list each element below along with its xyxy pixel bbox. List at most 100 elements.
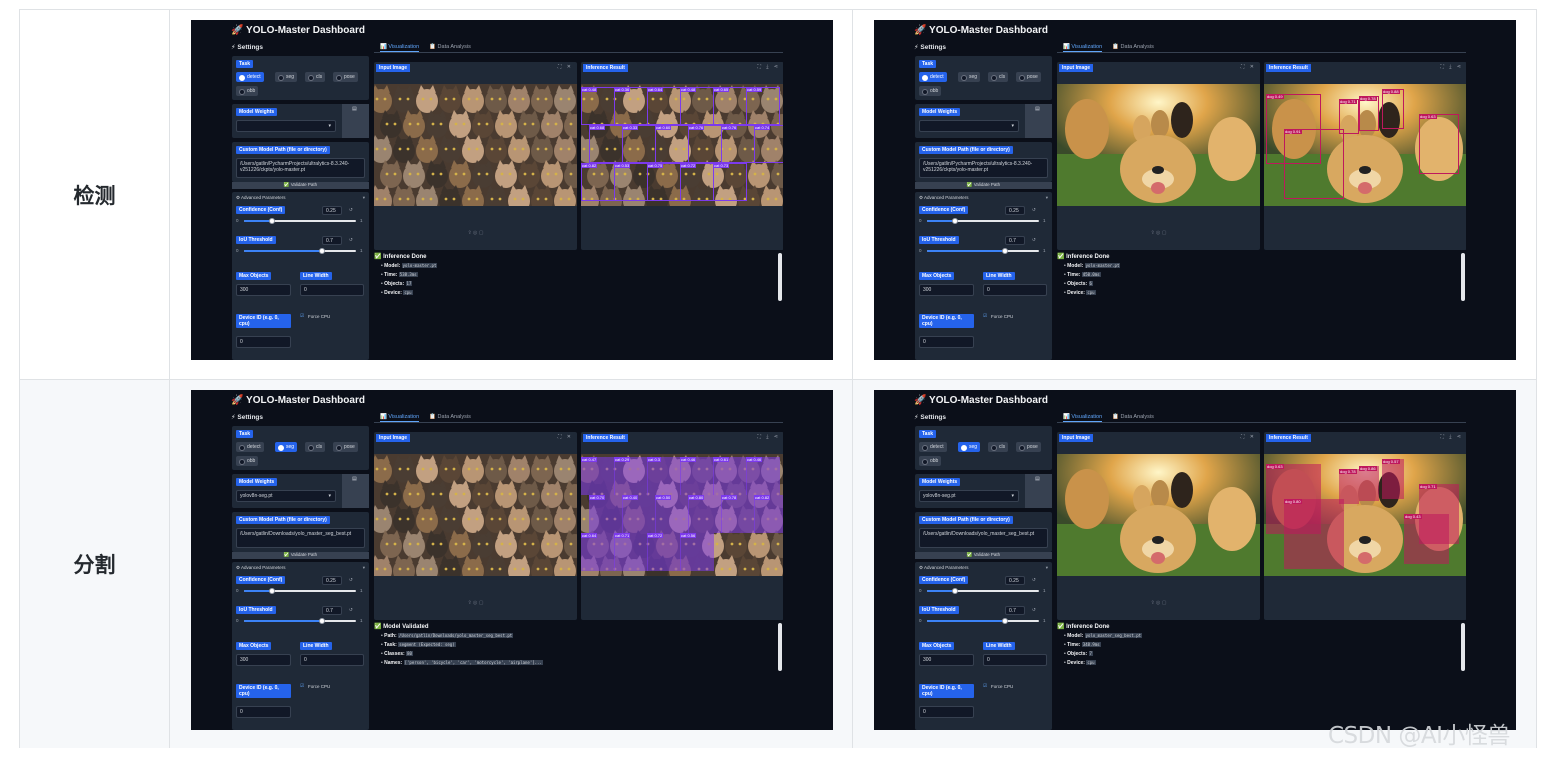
custom-path-input[interactable]: /Users/gatlin/PycharmProjects/ultralytic… — [236, 158, 365, 178]
scrollbar[interactable] — [778, 623, 782, 671]
task-option-cls[interactable]: cls — [305, 72, 326, 82]
max-objects-input[interactable]: 300 — [919, 654, 974, 666]
tab-visualization[interactable]: 📊 Visualization — [380, 42, 420, 52]
panel-controls[interactable]: ⛶ ⤓ ⋖ — [1440, 64, 1463, 70]
custom-path-input[interactable]: /Users/gatlin/PycharmProjects/ultralytic… — [919, 158, 1048, 178]
device-input[interactable]: 0 — [919, 706, 974, 718]
confidence-value-input[interactable]: 0.25 — [322, 576, 342, 585]
custom-path-input[interactable]: /Users/gatlin/Downloads/yolo_master_seg_… — [919, 528, 1048, 548]
task-option-detect[interactable]: detect — [919, 72, 947, 82]
line-width-input[interactable]: 0 — [300, 284, 364, 296]
iou-slider-handle[interactable] — [1002, 248, 1009, 254]
image-actions[interactable]: ⇪ ◎ ▢ — [1057, 230, 1260, 236]
task-option-pose[interactable]: pose — [333, 72, 358, 82]
iou-value-input[interactable]: 0.7 — [1005, 236, 1025, 245]
panel-controls[interactable]: ⛶ ✕ — [1241, 434, 1256, 440]
task-option-seg[interactable]: seg — [958, 442, 981, 452]
task-option-seg[interactable]: seg — [275, 442, 298, 452]
image-actions[interactable]: ⇪ ◎ ▢ — [1057, 600, 1260, 606]
reset-icon[interactable]: ↺ — [1032, 207, 1036, 213]
iou-slider-handle[interactable] — [319, 248, 326, 254]
tab-data-analysis[interactable]: 📋 Data Analysis — [1112, 412, 1154, 422]
task-option-pose[interactable]: pose — [1016, 72, 1041, 82]
reset-icon[interactable]: ↺ — [1032, 607, 1036, 613]
weights-select[interactable]: ▾ — [236, 120, 336, 132]
input-image[interactable] — [374, 84, 577, 206]
max-objects-input[interactable]: 300 — [919, 284, 974, 296]
task-option-cls[interactable]: cls — [988, 72, 1009, 82]
advanced-toggle[interactable]: ⚙ Advanced Parameters — [236, 565, 286, 571]
task-option-pose[interactable]: pose — [333, 442, 358, 452]
upload-weights-button[interactable]: ▤ — [342, 474, 369, 508]
scrollbar[interactable] — [1461, 623, 1465, 671]
task-option-seg[interactable]: seg — [275, 72, 298, 82]
task-option-detect[interactable]: detect — [919, 442, 947, 452]
tab-data-analysis[interactable]: 📋 Data Analysis — [429, 412, 471, 422]
upload-weights-button[interactable]: ▤ — [342, 104, 369, 138]
weights-select[interactable]: yolov8n-seg.pt ▾ — [919, 490, 1019, 502]
max-objects-input[interactable]: 300 — [236, 654, 291, 666]
device-input[interactable]: 0 — [236, 706, 291, 718]
confidence-slider-handle[interactable] — [952, 218, 958, 224]
reset-icon[interactable]: ↺ — [349, 577, 353, 583]
validate-path-button[interactable]: ✅ Validate Path — [915, 182, 1052, 189]
line-width-input[interactable]: 0 — [300, 654, 364, 666]
iou-value-input[interactable]: 0.7 — [322, 606, 342, 615]
panel-controls[interactable]: ⛶ ⤓ ⋖ — [757, 64, 780, 70]
panel-controls[interactable]: ⛶ ⤓ ⋖ — [757, 434, 780, 440]
image-actions[interactable]: ⇪ ◎ ▢ — [374, 230, 577, 236]
panel-controls[interactable]: ⛶ ✕ — [558, 434, 573, 440]
validate-path-button[interactable]: ✅ Validate Path — [232, 182, 369, 189]
line-width-input[interactable]: 0 — [983, 284, 1047, 296]
scrollbar[interactable] — [778, 253, 782, 301]
max-objects-input[interactable]: 300 — [236, 284, 291, 296]
task-option-obb[interactable]: obb — [236, 456, 259, 466]
reset-icon[interactable]: ↺ — [349, 237, 353, 243]
validate-path-button[interactable]: ✅ Validate Path — [915, 552, 1052, 559]
advanced-toggle[interactable]: ⚙ Advanced Parameters — [919, 565, 969, 571]
device-input[interactable]: 0 — [236, 336, 291, 348]
input-image[interactable] — [1057, 454, 1260, 576]
task-option-detect[interactable]: detect — [236, 72, 264, 82]
advanced-toggle[interactable]: ⚙ Advanced Parameters — [919, 195, 969, 201]
advanced-toggle[interactable]: ⚙ Advanced Parameters — [236, 195, 286, 201]
task-option-obb[interactable]: obb — [919, 456, 942, 466]
weights-select[interactable]: ▾ — [919, 120, 1019, 132]
validate-path-button[interactable]: ✅ Validate Path — [232, 552, 369, 559]
reset-icon[interactable]: ↺ — [349, 607, 353, 613]
task-option-seg[interactable]: seg — [958, 72, 981, 82]
iou-value-input[interactable]: 0.7 — [1005, 606, 1025, 615]
force-cpu-checkbox[interactable]: ☑ — [300, 313, 304, 319]
confidence-value-input[interactable]: 0.25 — [322, 206, 342, 215]
image-actions[interactable]: ⇪ ◎ ▢ — [374, 600, 577, 606]
tab-visualization[interactable]: 📊 Visualization — [380, 412, 420, 422]
upload-weights-button[interactable]: ▤ — [1025, 104, 1052, 138]
force-cpu-checkbox[interactable]: ☑ — [300, 683, 304, 689]
reset-icon[interactable]: ↺ — [349, 207, 353, 213]
iou-value-input[interactable]: 0.7 — [322, 236, 342, 245]
input-image[interactable] — [1057, 84, 1260, 206]
reset-icon[interactable]: ↺ — [1032, 237, 1036, 243]
panel-controls[interactable]: ⛶ ⤓ ⋖ — [1440, 434, 1463, 440]
confidence-value-input[interactable]: 0.25 — [1005, 206, 1025, 215]
weights-select[interactable]: yolov8n-seg.pt ▾ — [236, 490, 336, 502]
confidence-slider-handle[interactable] — [952, 588, 958, 594]
task-option-detect[interactable]: detect — [236, 442, 264, 452]
upload-weights-button[interactable]: ▤ — [1025, 474, 1052, 508]
force-cpu-checkbox[interactable]: ☑ — [983, 683, 987, 689]
task-option-pose[interactable]: pose — [1016, 442, 1041, 452]
force-cpu-checkbox[interactable]: ☑ — [983, 313, 987, 319]
tab-data-analysis[interactable]: 📋 Data Analysis — [429, 42, 471, 52]
iou-slider-handle[interactable] — [1002, 618, 1009, 624]
panel-controls[interactable]: ⛶ ✕ — [1241, 64, 1256, 70]
device-input[interactable]: 0 — [919, 336, 974, 348]
input-image[interactable] — [374, 454, 577, 576]
confidence-slider-handle[interactable] — [269, 218, 275, 224]
task-option-obb[interactable]: obb — [919, 86, 942, 96]
iou-slider-handle[interactable] — [319, 618, 326, 624]
confidence-value-input[interactable]: 0.25 — [1005, 576, 1025, 585]
reset-icon[interactable]: ↺ — [1032, 577, 1036, 583]
task-option-cls[interactable]: cls — [988, 442, 1009, 452]
tab-visualization[interactable]: 📊 Visualization — [1063, 412, 1103, 422]
custom-path-input[interactable]: /Users/gatlin/Downloads/yolo_master_seg_… — [236, 528, 365, 548]
